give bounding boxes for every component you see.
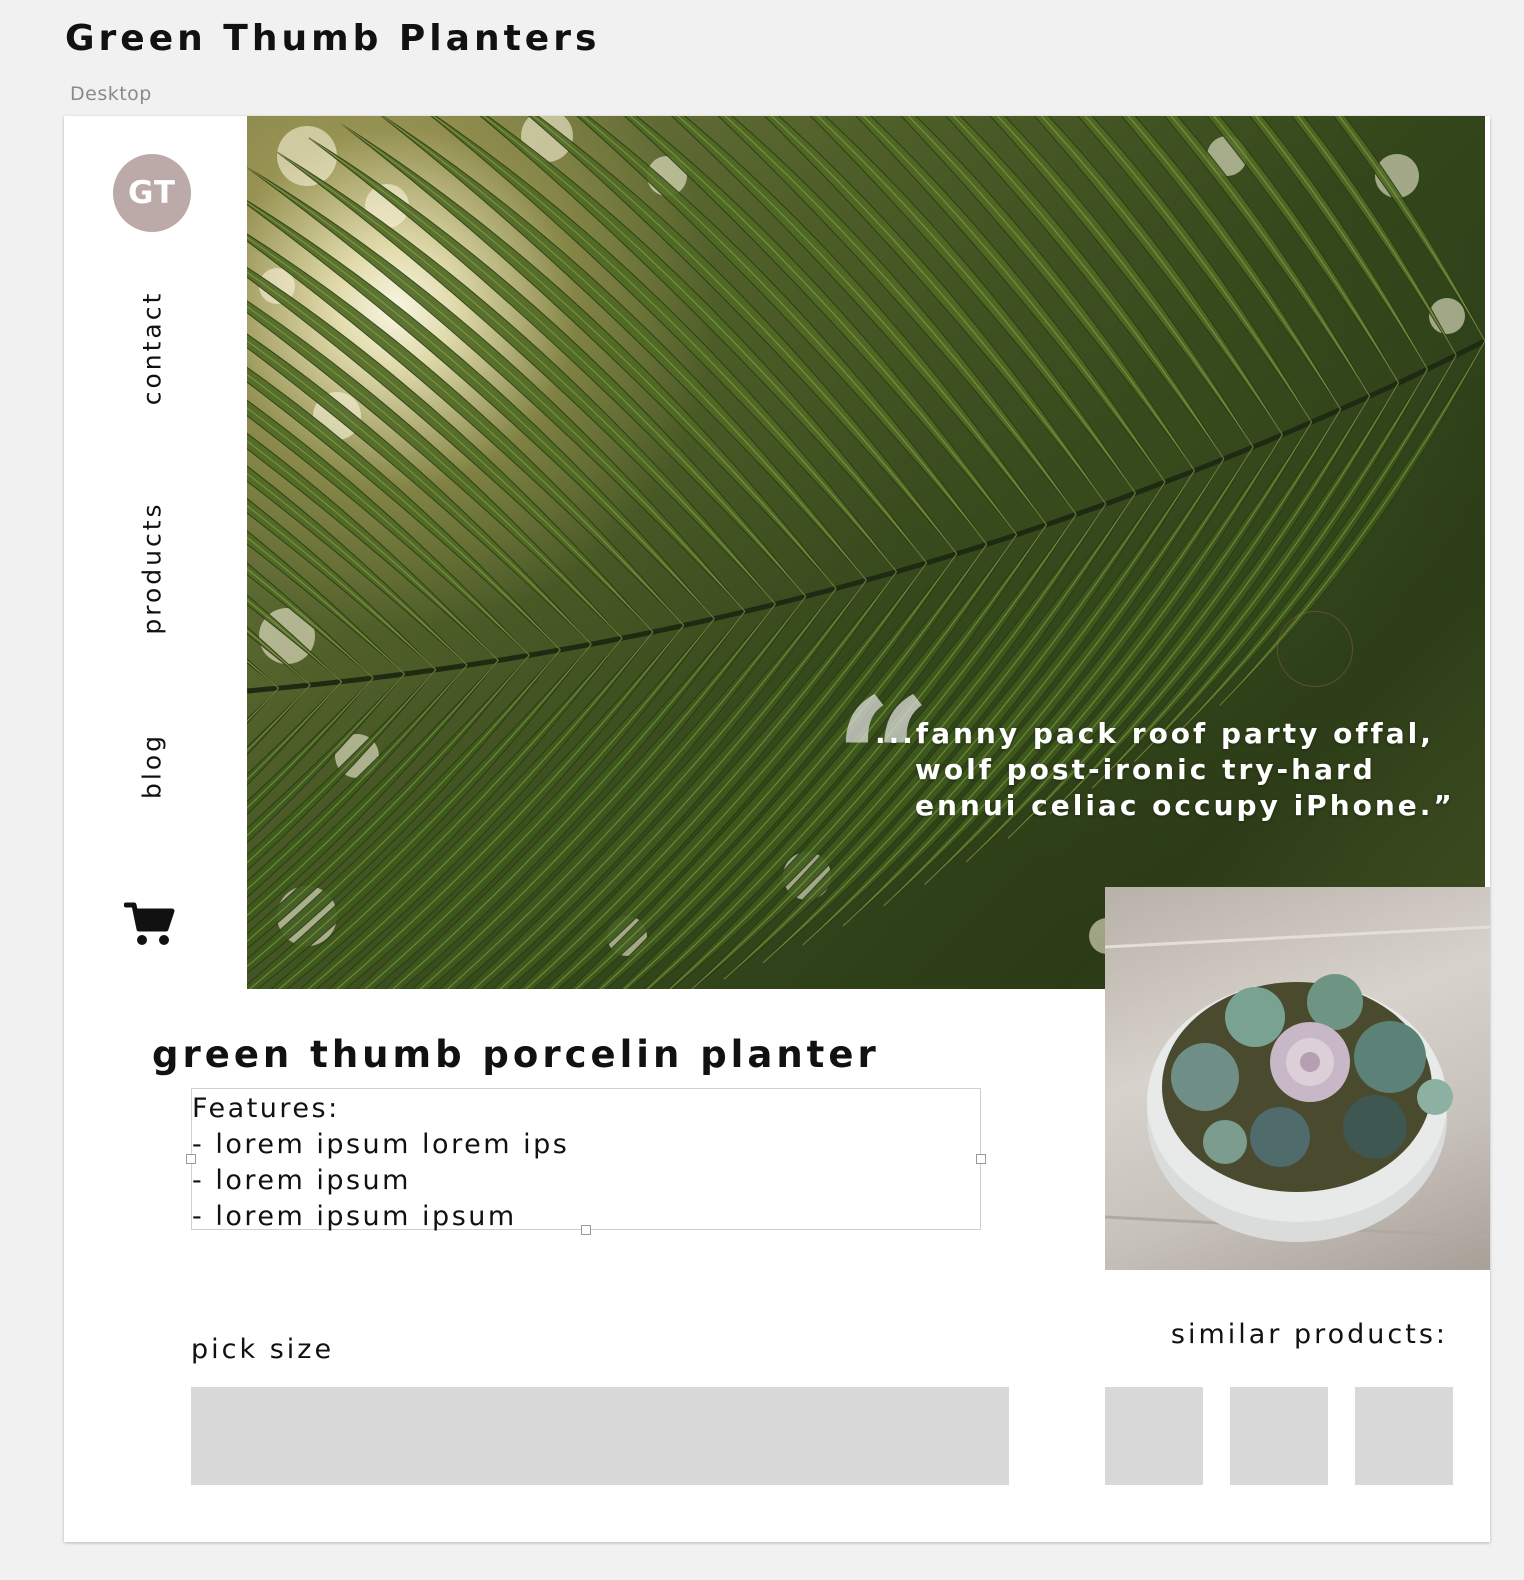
logo[interactable]: GT xyxy=(113,154,191,232)
quote-line: ...fanny pack roof party offal, xyxy=(875,717,1434,750)
size-selector[interactable] xyxy=(191,1387,1009,1485)
quote-line: ennui celiac occupy iPhone.” xyxy=(915,789,1455,822)
features-list: Features: - lorem ipsum lorem ips - lore… xyxy=(192,1091,569,1235)
quote-line: wolf post-ironic try-hard xyxy=(915,753,1376,786)
nav-item-products[interactable]: products xyxy=(138,501,167,634)
resize-handle-left[interactable] xyxy=(186,1154,196,1164)
feature-item: - lorem ipsum lorem ips xyxy=(192,1129,570,1160)
desktop-artboard: GT contact products blog “ ...fanny pack… xyxy=(64,116,1490,1542)
pick-size-label: pick size xyxy=(191,1334,335,1365)
similar-product-thumb-3[interactable] xyxy=(1355,1387,1453,1485)
resize-handle-bottom[interactable] xyxy=(581,1225,591,1235)
resize-handle-right[interactable] xyxy=(976,1154,986,1164)
features-text-box[interactable]: Features: - lorem ipsum lorem ips - lore… xyxy=(186,1088,986,1235)
feature-item: - lorem ipsum ipsum xyxy=(192,1201,517,1232)
succulent-bowl-graphic xyxy=(1105,925,1490,1242)
features-heading: Features: xyxy=(192,1093,340,1124)
similar-product-thumb-1[interactable] xyxy=(1105,1387,1203,1485)
hero-image: “ ...fanny pack roof party offal, wolf p… xyxy=(247,116,1485,989)
similar-product-thumb-2[interactable] xyxy=(1230,1387,1328,1485)
nav-item-contact[interactable]: contact xyxy=(138,291,167,406)
nav-item-blog[interactable]: blog xyxy=(138,733,167,799)
hero-quote: ...fanny pack roof party offal, wolf pos… xyxy=(875,716,1475,824)
artboard-label[interactable]: Desktop xyxy=(70,83,152,105)
product-title: green thumb porcelin planter xyxy=(152,1033,880,1076)
shopping-cart-icon[interactable] xyxy=(124,901,176,947)
similar-products-label: similar products: xyxy=(1170,1319,1448,1350)
product-image xyxy=(1105,887,1490,1270)
feature-item: - lorem ipsum xyxy=(192,1165,411,1196)
project-title: Green Thumb Planters xyxy=(65,18,601,59)
hotspot-circle xyxy=(1277,611,1353,687)
